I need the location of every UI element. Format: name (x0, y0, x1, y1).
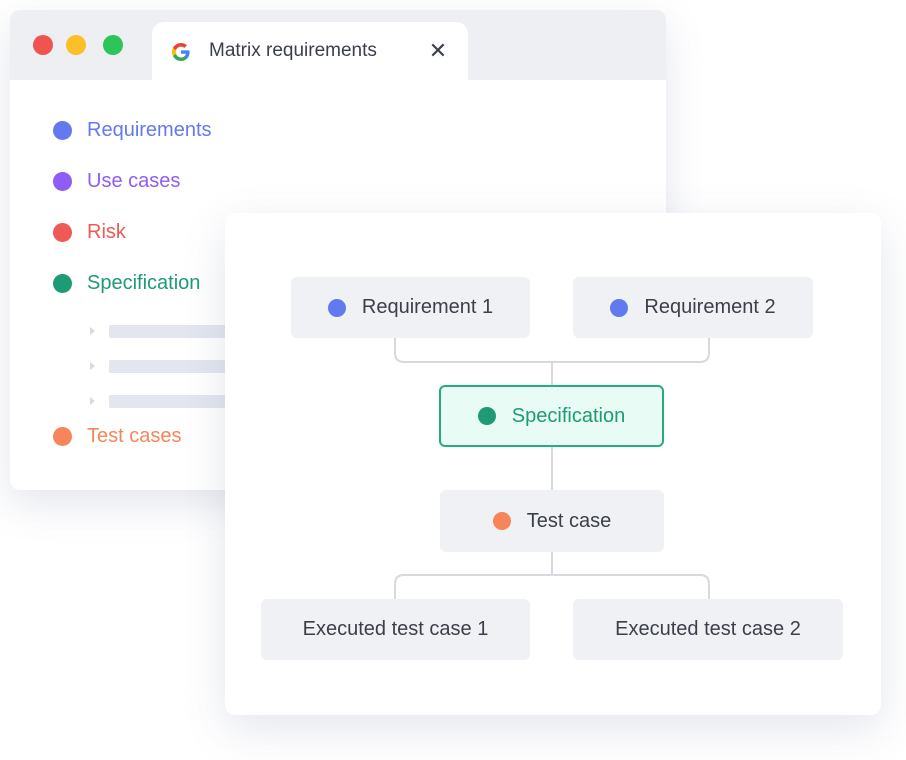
sidebar-item-label: Requirements (87, 118, 212, 141)
minimize-window-button[interactable] (66, 35, 86, 55)
traceability-diagram-card: Requirement 1 Requirement 2 Specificatio… (225, 213, 881, 715)
browser-titlebar: Matrix requirements ✕ (10, 10, 666, 80)
node-label: Requirement 1 (361, 296, 494, 318)
requirement-dot-icon (327, 298, 346, 317)
specification-node[interactable]: Specification (439, 385, 664, 447)
requirement-2-node[interactable]: Requirement 2 (573, 277, 813, 338)
risk-dot-icon (53, 222, 72, 242)
specification-dot-icon (53, 273, 72, 293)
sidebar-item-label: Test cases (87, 424, 182, 447)
test-case-dot-icon (492, 512, 511, 530)
connector-requirements-to-specification (394, 338, 710, 363)
node-label: Test case (526, 509, 612, 532)
specification-dot-icon (477, 407, 496, 425)
sidebar-item-requirements[interactable]: Requirements (53, 117, 212, 143)
sidebar-item-test-cases[interactable]: Test cases (53, 423, 181, 449)
caret-right-icon (90, 362, 95, 370)
requirement-1-node[interactable]: Requirement 1 (291, 277, 530, 338)
maximize-window-button[interactable] (103, 35, 123, 55)
executed-test-case-1-node[interactable]: Executed test case 1 (261, 599, 530, 660)
caret-right-icon (90, 327, 95, 335)
executed-test-case-2-node[interactable]: Executed test case 2 (573, 599, 843, 660)
sidebar-item-label: Use cases (87, 169, 181, 192)
node-label: Specification (511, 404, 626, 427)
sidebar-item-use-cases[interactable]: Use cases (53, 168, 180, 194)
caret-right-icon (90, 397, 95, 405)
use-cases-dot-icon (53, 171, 72, 191)
close-window-button[interactable] (33, 35, 53, 55)
test-case-node[interactable]: Test case (440, 490, 664, 552)
requirements-dot-icon (53, 120, 72, 140)
tab-title: Matrix requirements (209, 40, 377, 61)
sidebar-item-risk[interactable]: Risk (53, 219, 126, 245)
test-cases-dot-icon (53, 426, 72, 446)
stage: Matrix requirements ✕ Requirements Use c… (0, 0, 906, 760)
node-label: Executed test case 1 (302, 618, 489, 640)
browser-tab[interactable]: Matrix requirements ✕ (152, 22, 468, 80)
requirement-dot-icon (610, 298, 629, 317)
close-icon[interactable]: ✕ (426, 39, 450, 63)
node-label: Requirement 2 (644, 296, 776, 318)
sidebar-item-label: Specification (87, 271, 201, 294)
sidebar-item-specification[interactable]: Specification (53, 270, 200, 296)
connector-test-case-to-executed (394, 552, 710, 599)
node-label: Executed test case 2 (615, 618, 801, 640)
google-g-icon (170, 41, 192, 63)
sidebar-item-label: Risk (87, 220, 126, 243)
